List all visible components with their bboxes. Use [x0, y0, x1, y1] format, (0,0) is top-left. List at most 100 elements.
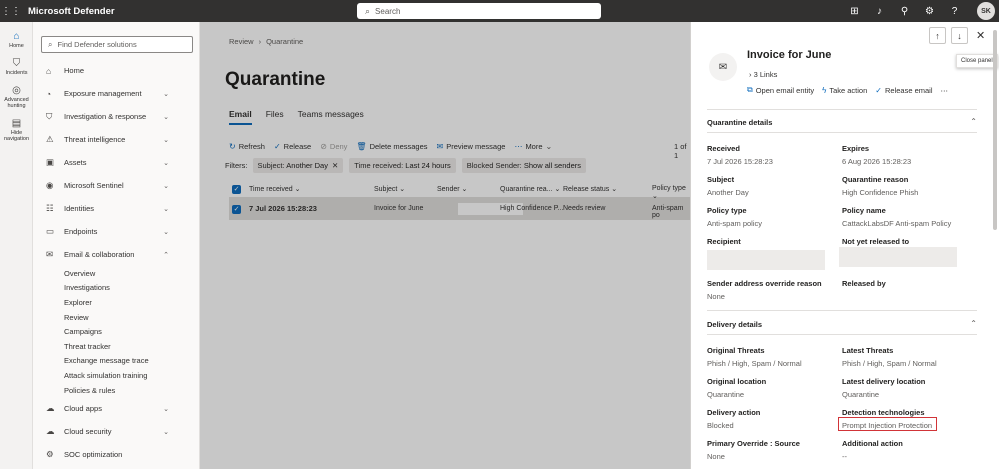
field-additional-action: Additional action --	[842, 439, 967, 461]
shield-icon: ⛉	[12, 58, 21, 69]
open-entity-icon: ⧉	[747, 85, 753, 94]
open-email-entity-button[interactable]: ⧉ Open email entity	[747, 85, 814, 95]
chevron-down-icon: ⌄	[163, 113, 169, 121]
field-label: Policy name	[842, 206, 886, 215]
nav-item-endpoints[interactable]: ▭ Endpoints ⌄	[33, 220, 199, 243]
nav-item-assets[interactable]: ▣ Assets ⌄	[33, 151, 199, 174]
nav-item-label: Threat intelligence	[64, 135, 126, 144]
nav-sub-item-review[interactable]: Review	[33, 310, 199, 325]
nav-sub-item-investigations[interactable]: Investigations	[33, 281, 199, 296]
sentinel-icon: ◉	[46, 180, 54, 190]
nav-sub-item-exchange-message-trace[interactable]: Exchange message trace	[33, 354, 199, 369]
release-email-button[interactable]: ✓ Release email	[875, 85, 932, 95]
field-released-by: Released by	[842, 279, 967, 288]
nav-item-home[interactable]: ⌂ Home	[33, 59, 199, 82]
nav-sub-item-attack-simulation-training[interactable]: Attack simulation training	[33, 368, 199, 383]
chevron-down-icon: ⌄	[163, 136, 169, 144]
links-count: › 3 Links	[749, 70, 777, 79]
nav-item-cloud-security[interactable]: ☁ Cloud security ⌄	[33, 420, 199, 443]
email-entity-icon: ✉	[709, 53, 737, 81]
nav-item-investigation-response[interactable]: ⛉ Investigation & response ⌄	[33, 105, 199, 128]
avatar[interactable]: SK	[977, 2, 995, 20]
close-panel-tooltip: Close panel	[956, 54, 998, 68]
app-title[interactable]: Microsoft Defender	[28, 6, 115, 17]
mail-icon: ✉	[46, 249, 54, 259]
field-subject: Subject Another Day	[707, 175, 832, 197]
chevron-down-icon: ⌄	[163, 405, 169, 413]
rail-label: Hide navigation	[3, 130, 30, 142]
field-label: Quarantine reason	[842, 175, 909, 184]
global-search-input[interactable]: ⌕ Search	[357, 3, 601, 19]
arrow-up-icon: ↑	[935, 30, 940, 41]
nav-pane: ⌕ Find Defender solutions ⌂ Home ◔ Exposur…	[33, 22, 200, 469]
next-item-button[interactable]: ↓	[951, 27, 968, 44]
field-label: Original location	[707, 377, 767, 386]
rail-item-home[interactable]: ⌂ Home	[0, 31, 33, 49]
top-icon-group: ⊞ ♪ ⚲ ⚙ ?	[842, 0, 967, 22]
divider	[707, 310, 977, 311]
more-actions-button[interactable]: ⋯	[941, 85, 949, 95]
lightning-icon: ϟ	[822, 85, 827, 95]
field-original-location: Original location Quarantine	[707, 377, 832, 399]
modal-overlay[interactable]	[200, 22, 690, 469]
nav-search-input[interactable]: ⌕ Find Defender solutions	[41, 36, 193, 53]
rail-label: Incidents	[5, 70, 28, 76]
nav-item-email-collaboration[interactable]: ✉ Email & collaboration ⌃	[33, 243, 199, 266]
field-label: Latest delivery location	[842, 377, 926, 386]
nav-sub-item-threat-tracker[interactable]: Threat tracker	[33, 339, 199, 354]
quarantine-details-header[interactable]: Quarantine details ⌃	[707, 117, 977, 127]
field-not-yet-released: Not yet released to	[842, 237, 967, 246]
field-expires: Expires 6 Aug 2026 15:28:23	[842, 144, 967, 166]
field-label: Subject	[707, 175, 735, 184]
more-icon: ⋯	[940, 85, 949, 95]
field-latest-threats: Latest Threats Phish / High, Spam / Norm…	[842, 346, 967, 368]
rail-item-hide-navigation[interactable]: ▤ Hide navigation	[0, 118, 33, 142]
links-count-text: 3 Links	[753, 70, 778, 79]
field-recipient: Recipient	[707, 237, 832, 246]
investigation-icon: ⛉	[46, 111, 53, 121]
chevron-down-icon: ⌄	[163, 90, 169, 98]
nav-item-threat-intelligence[interactable]: ⚠ Threat intelligence ⌄	[33, 128, 199, 151]
waffle-icon[interactable]: ⋮⋮	[0, 0, 22, 22]
take-action-button[interactable]: ϟ Take action	[822, 85, 867, 95]
panel-actions: ⧉ Open email entity ϟ Take action ✓ Release…	[747, 85, 956, 95]
field-label: Received	[707, 144, 740, 153]
bell-icon[interactable]: ♪	[867, 6, 892, 17]
panel-scrollbar[interactable]	[993, 30, 997, 230]
nav-item-exposure-management[interactable]: ◔ Exposure management ⌄	[33, 82, 199, 105]
field-value: Blocked	[707, 421, 734, 430]
nav-sub-item-policies-rules[interactable]: Policies & rules	[33, 383, 199, 398]
org-chart-icon[interactable]: ⊞	[842, 6, 867, 17]
field-value: None	[707, 292, 725, 301]
gear-icon[interactable]: ⚙	[917, 6, 942, 17]
nav-item-microsoft-sentinel[interactable]: ◉ Microsoft Sentinel ⌄	[33, 174, 199, 197]
chevron-up-icon: ⌃	[970, 117, 977, 126]
panel-title: Invoice for June	[747, 49, 832, 61]
previous-item-button[interactable]: ↑	[929, 27, 946, 44]
chevron-down-icon: ⌄	[163, 205, 169, 213]
action-label: Take action	[829, 85, 868, 95]
rail-item-incidents[interactable]: ⛉ Incidents	[0, 58, 33, 76]
redacted-recipient	[707, 250, 825, 270]
field-policy-type: Policy type Anti-spam policy	[707, 206, 832, 228]
nav-sub-item-campaigns[interactable]: Campaigns	[33, 324, 199, 339]
field-policy-name: Policy name CattackLabsDF Anti-spam Poli…	[842, 206, 982, 228]
nav-sub-item-overview[interactable]: Overview	[33, 266, 199, 281]
detection-highlight-box	[838, 417, 937, 431]
nav-sub-item-explorer[interactable]: Explorer	[33, 295, 199, 310]
delivery-details-header[interactable]: Delivery details ⌃	[707, 319, 977, 329]
close-icon: ✕	[976, 30, 986, 42]
rail-item-advanced-hunting[interactable]: ◎ Advanced hunting	[0, 85, 33, 109]
help-icon[interactable]: ?	[942, 6, 967, 17]
nav-item-soc-optimization[interactable]: ⚙ SOC optimization	[33, 443, 199, 466]
close-panel-button[interactable]: ✕	[976, 29, 985, 42]
assets-icon: ▣	[46, 157, 55, 167]
search-icon: ⌕	[365, 5, 371, 16]
nav-item-cloud-apps[interactable]: ☁ Cloud apps ⌄	[33, 397, 199, 420]
connect-icon[interactable]: ⚲	[892, 6, 917, 17]
chevron-down-icon: ⌄	[163, 228, 169, 236]
nav-item-label: Cloud apps	[64, 404, 102, 414]
chevron-down-icon: ⌄	[163, 159, 169, 167]
nav-item-identities[interactable]: ☷ Identities ⌄	[33, 197, 199, 220]
cloud-security-icon: ☁	[46, 426, 55, 437]
